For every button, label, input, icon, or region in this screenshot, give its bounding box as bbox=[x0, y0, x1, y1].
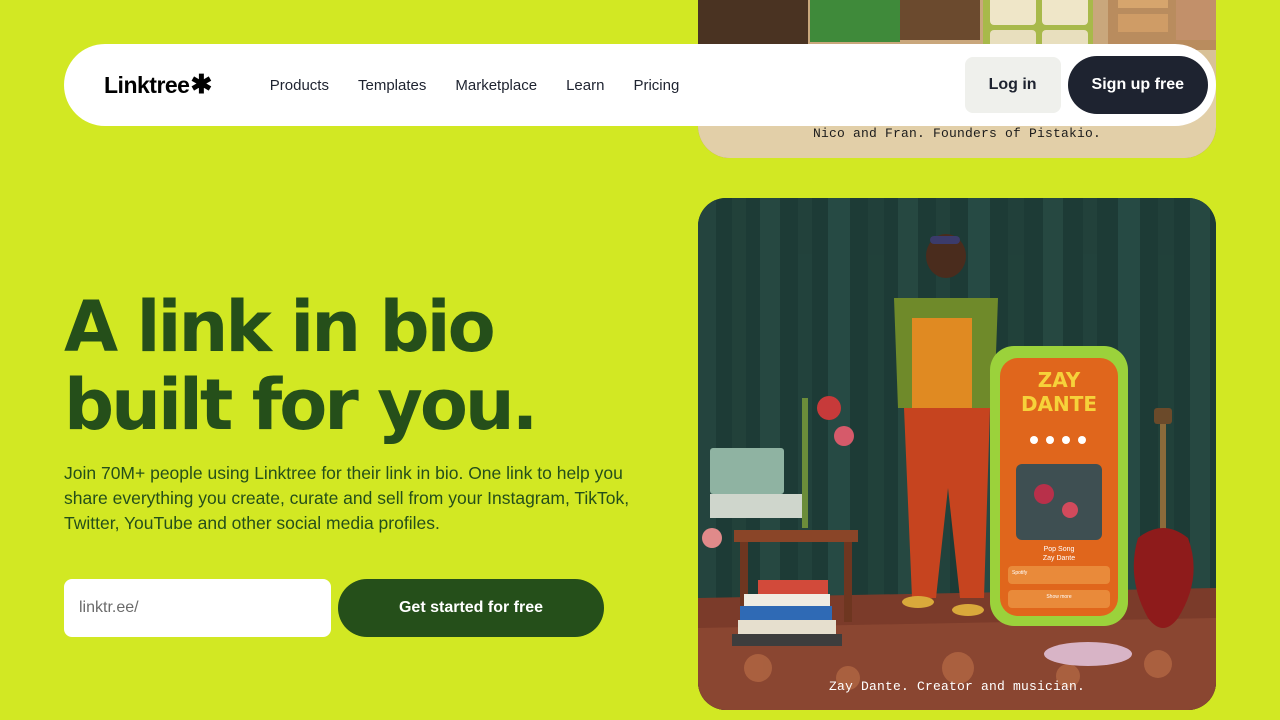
phone-song-info: Pop Song Zay Dante bbox=[1000, 545, 1118, 563]
featured-image-card-main: ZAY DANTE Pop Song Zay Dante Spotify Sho… bbox=[698, 198, 1216, 710]
main-card-caption: Zay Dante. Creator and musician. bbox=[828, 679, 1086, 694]
nav-link-marketplace[interactable]: Marketplace bbox=[455, 77, 537, 94]
linktree-logo[interactable]: Linktree ✱ bbox=[104, 69, 212, 99]
logo-asterisk-icon: ✱ bbox=[190, 69, 212, 99]
claim-input-value: linktr.ee/ bbox=[79, 599, 139, 616]
phone-song-title: Pop Song bbox=[1043, 546, 1075, 553]
phone-song-artist: Zay Dante bbox=[1042, 555, 1076, 562]
nav-link-learn[interactable]: Learn bbox=[566, 77, 604, 94]
nav-links: Products Templates Marketplace Learn Pri… bbox=[270, 77, 965, 94]
phone-title-line-2: DANTE bbox=[1020, 392, 1098, 416]
phone-title-line-1: ZAY bbox=[1037, 368, 1081, 392]
hero-title-line-1: A link in bio bbox=[64, 286, 496, 368]
top-card-caption: Nico and Fran. Founders of Pistakio. bbox=[812, 126, 1102, 141]
nav-link-templates[interactable]: Templates bbox=[358, 77, 426, 94]
hero-title-line-2: built for you. bbox=[64, 364, 538, 446]
phone-title: ZAY DANTE bbox=[1000, 368, 1118, 416]
phone-spotify-label: Spotify bbox=[1012, 570, 1028, 576]
nav-link-pricing[interactable]: Pricing bbox=[633, 77, 679, 94]
get-started-button[interactable]: Get started for free bbox=[338, 579, 604, 637]
main-navbar: Linktree ✱ Products Templates Marketplac… bbox=[64, 44, 1216, 126]
zay-dante-photo bbox=[698, 198, 1216, 710]
logo-text: Linktree bbox=[104, 71, 190, 98]
username-claim-input[interactable]: linktr.ee/ bbox=[64, 579, 331, 637]
login-button[interactable]: Log in bbox=[964, 57, 1061, 113]
nav-link-products[interactable]: Products bbox=[270, 77, 329, 94]
signup-button[interactable]: Sign up free bbox=[1067, 56, 1208, 114]
hero-title: A link in bio built for you. bbox=[64, 288, 684, 444]
phone-show-more: Show more bbox=[1046, 594, 1072, 600]
hero-subtitle: Join 70M+ people using Linktree for thei… bbox=[64, 463, 630, 533]
